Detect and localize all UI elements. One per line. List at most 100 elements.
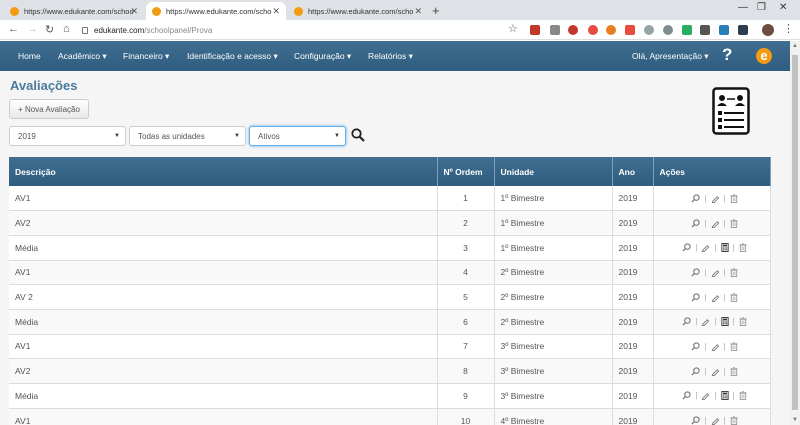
row-actions: | | | (660, 317, 770, 327)
view-icon[interactable] (691, 342, 701, 351)
back-icon[interactable]: ← (8, 23, 19, 35)
header-descricao[interactable]: Descrição (9, 157, 438, 186)
extension-icon[interactable] (719, 25, 729, 35)
trash-icon[interactable] (729, 342, 738, 351)
trash-icon[interactable] (729, 292, 738, 302)
edit-icon[interactable] (711, 293, 720, 302)
browser-tab-1[interactable]: https://www.edukante.com/schoo ✕ (4, 2, 144, 20)
view-icon[interactable] (682, 243, 692, 252)
cell-ano: 2019 (612, 210, 654, 236)
nav-identificacao[interactable]: Identificação e acesso ▾ (187, 51, 278, 62)
action-separator: | (732, 243, 735, 253)
home-icon[interactable]: ⌂ (63, 23, 70, 35)
close-icon[interactable]: ✕ (130, 6, 138, 17)
close-icon[interactable]: ✕ (272, 6, 280, 17)
edit-icon[interactable] (711, 367, 720, 376)
table-header-row: Descrição Nº Ordem Unidade Ano Ações (9, 157, 771, 186)
scrollbar-thumb[interactable] (792, 55, 798, 410)
status-select[interactable]: Ativos ▼ (249, 126, 346, 146)
table-row: Média 9 3º Bimestre 2019 | | | (9, 383, 771, 409)
calculator-icon[interactable] (720, 391, 729, 401)
profile-avatar[interactable] (762, 24, 774, 36)
cell-descricao: AV 2 (9, 284, 438, 310)
cell-ordem: 2 (437, 210, 495, 236)
row-actions: | | | (660, 243, 770, 253)
close-window-button[interactable]: ✕ (779, 2, 787, 13)
action-separator: | (723, 292, 726, 302)
view-icon[interactable] (691, 268, 701, 277)
extension-icon[interactable] (682, 25, 692, 35)
view-icon[interactable] (691, 367, 701, 376)
new-evaluation-button[interactable]: + Nova Avaliação (9, 99, 89, 119)
extension-icon[interactable] (530, 25, 540, 35)
edit-icon[interactable] (711, 416, 720, 425)
year-select[interactable]: 2019 ▼ (9, 126, 126, 146)
year-select-value: 2019 (18, 131, 36, 141)
view-icon[interactable] (682, 317, 692, 326)
edit-icon[interactable] (711, 219, 720, 228)
app-logo[interactable]: e (756, 48, 772, 64)
calculator-icon[interactable] (720, 317, 729, 327)
bookmark-star-icon[interactable]: ☆ (508, 22, 518, 35)
cell-unidade: 1º Bimestre (494, 186, 613, 212)
url-input[interactable]: edukante.com /schoolpanel/Prova (82, 22, 522, 38)
header-ano[interactable]: Ano (612, 157, 654, 186)
minimize-button[interactable]: — (738, 2, 748, 13)
browser-tab-3[interactable]: https://www.edukante.com/scho ✕ (288, 2, 428, 20)
trash-icon[interactable] (729, 193, 738, 203)
trash-icon[interactable] (729, 218, 738, 228)
view-icon[interactable] (691, 292, 701, 302)
extension-icon[interactable] (700, 25, 710, 35)
view-icon[interactable] (682, 391, 692, 400)
trash-icon[interactable] (739, 243, 747, 253)
extension-icon[interactable] (625, 25, 635, 35)
unit-select-value: Todas as unidades (138, 131, 205, 141)
view-icon[interactable] (691, 218, 701, 228)
extension-icon[interactable] (663, 25, 673, 35)
nav-home[interactable]: Home (18, 51, 41, 61)
more-menu-icon[interactable]: ⋮ (783, 22, 794, 35)
edit-icon[interactable] (711, 194, 720, 203)
header-ordem[interactable]: Nº Ordem (437, 157, 495, 186)
trash-icon[interactable] (729, 416, 738, 425)
search-icon[interactable] (351, 128, 365, 142)
extension-icon[interactable] (550, 25, 560, 35)
browser-tab-2[interactable]: https://www.edukante.com/scho ✕ (146, 2, 286, 20)
extension-icon[interactable] (606, 25, 616, 35)
edit-icon[interactable] (711, 342, 720, 351)
view-icon[interactable] (691, 193, 701, 203)
scroll-up-icon[interactable]: ▲ (792, 43, 798, 49)
trash-icon[interactable] (739, 391, 747, 401)
reload-icon[interactable]: ↻ (45, 23, 54, 36)
scroll-down-icon[interactable]: ▼ (792, 417, 798, 423)
edit-icon[interactable] (711, 268, 720, 277)
edit-icon[interactable] (701, 317, 710, 327)
edit-icon[interactable] (701, 391, 710, 401)
trash-icon[interactable] (729, 366, 738, 376)
nav-relatorios[interactable]: Relatórios ▾ (368, 51, 413, 62)
extension-icon[interactable] (644, 25, 654, 35)
forward-icon[interactable]: → (27, 23, 38, 35)
help-icon[interactable]: ? (722, 45, 732, 65)
page-scrollbar[interactable]: ▲ ▼ (790, 41, 800, 425)
extension-icon[interactable] (588, 25, 598, 35)
unit-select[interactable]: Todas as unidades ▼ (129, 126, 246, 146)
new-tab-button[interactable]: + (432, 3, 440, 18)
header-unidade[interactable]: Unidade (494, 157, 613, 186)
close-icon[interactable]: ✕ (414, 6, 422, 17)
extension-icon[interactable] (568, 25, 578, 35)
nav-academico[interactable]: Acadêmico ▾ (58, 51, 107, 62)
maximize-button[interactable]: ❐ (757, 2, 766, 13)
edit-icon[interactable] (701, 243, 710, 253)
app-navbar: Home Acadêmico ▾ Financeiro ▾ Identifica… (0, 41, 790, 71)
user-menu[interactable]: Olá, Apresentação ▾ (632, 51, 709, 62)
action-separator: | (704, 416, 707, 425)
trash-icon[interactable] (739, 317, 747, 327)
nav-configuracao[interactable]: Configuração ▾ (294, 51, 351, 62)
action-separator: | (723, 341, 726, 351)
calculator-icon[interactable] (720, 243, 729, 253)
trash-icon[interactable] (729, 268, 738, 277)
extension-icon[interactable] (738, 25, 748, 35)
nav-financeiro[interactable]: Financeiro ▾ (123, 51, 169, 62)
view-icon[interactable] (691, 416, 701, 425)
